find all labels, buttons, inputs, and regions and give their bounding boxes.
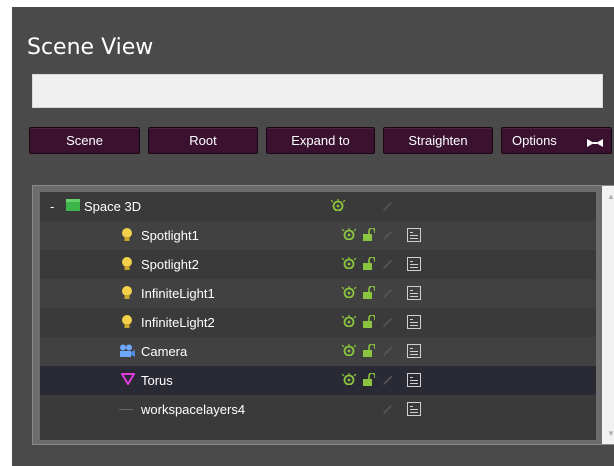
layer-icon[interactable]	[407, 344, 421, 361]
tree-row-label: Torus	[141, 373, 173, 388]
collapse-toggle-icon[interactable]: -	[50, 199, 54, 214]
visibility-eye-icon[interactable]	[341, 315, 357, 330]
edit-pencil-icon[interactable]	[382, 402, 394, 417]
tree-row-label: Space 3D	[84, 199, 142, 214]
edit-pencil-icon[interactable]	[382, 257, 394, 272]
visibility-eye-icon[interactable]	[341, 373, 357, 388]
light-bulb-icon	[121, 228, 133, 245]
edit-pencil-icon[interactable]	[382, 373, 394, 388]
visibility-eye-icon[interactable]	[341, 228, 357, 243]
unlocked-padlock-icon[interactable]	[363, 343, 376, 360]
tree-row-spotlight2[interactable]: Spotlight2	[40, 250, 596, 279]
camera-icon	[119, 344, 135, 361]
tree-row-label: InfiniteLight1	[141, 286, 215, 301]
options-button-label: Options	[512, 133, 557, 148]
folder-icon	[66, 199, 80, 214]
unlocked-padlock-icon[interactable]	[363, 256, 376, 273]
root-button-label: Root	[189, 133, 217, 148]
layer-icon[interactable]	[407, 257, 421, 274]
dash-icon	[119, 409, 133, 410]
unlocked-padlock-icon[interactable]	[363, 285, 376, 302]
light-bulb-icon	[121, 286, 133, 303]
visibility-eye-icon[interactable]	[330, 199, 346, 214]
scene-view-panel: Scene View Scene Root Expand to Straight…	[12, 7, 614, 466]
unlocked-padlock-icon[interactable]	[363, 227, 376, 244]
layer-icon[interactable]	[407, 315, 421, 332]
layer-icon[interactable]	[407, 228, 421, 245]
expand-to-button[interactable]: Expand to	[266, 127, 375, 154]
edit-pencil-icon[interactable]	[382, 228, 394, 243]
tree-row-infinitelight1[interactable]: InfiniteLight1	[40, 279, 596, 308]
tree-row-camera[interactable]: Camera	[40, 337, 596, 366]
scene-button-label: Scene	[66, 133, 103, 148]
tree-list: - Space 3D Spotlight1 Spotlight2 Infinit…	[40, 192, 596, 440]
bow-tie-icon	[586, 136, 604, 151]
tree-row-spotlight1[interactable]: Spotlight1	[40, 221, 596, 250]
scroll-up-arrow-icon[interactable]: ▲	[607, 192, 614, 201]
tree-row-label: Spotlight2	[141, 257, 199, 272]
unlocked-padlock-icon[interactable]	[363, 372, 376, 389]
edit-pencil-icon[interactable]	[382, 315, 394, 330]
edit-pencil-icon[interactable]	[382, 286, 394, 301]
straighten-button-label: Straighten	[408, 133, 468, 148]
scene-button[interactable]: Scene	[29, 127, 140, 154]
tree-row-label: Camera	[141, 344, 188, 359]
vertical-scrollbar[interactable]: ▲ ▼	[602, 186, 614, 444]
root-button[interactable]: Root	[148, 127, 258, 154]
tree-row-label: workspacelayers4	[141, 402, 246, 417]
tree-row-workspacelayers4[interactable]: workspacelayers4	[40, 395, 596, 424]
tree-row-label: InfiniteLight2	[141, 315, 215, 330]
tree-row-infinitelight2[interactable]: InfiniteLight2	[40, 308, 596, 337]
visibility-eye-icon[interactable]	[341, 286, 357, 301]
tree-row-label: Spotlight1	[141, 228, 199, 243]
search-input[interactable]	[32, 74, 603, 108]
tree-row-torus[interactable]: Torus	[40, 366, 596, 395]
panel-title: Scene View	[27, 35, 154, 60]
options-button[interactable]: Options	[501, 127, 612, 154]
scene-tree[interactable]: - Space 3D Spotlight1 Spotlight2 Infinit…	[32, 185, 614, 445]
visibility-eye-icon[interactable]	[341, 344, 357, 359]
unlocked-padlock-icon[interactable]	[363, 314, 376, 331]
expand-to-button-label: Expand to	[291, 133, 350, 148]
torus-icon	[120, 373, 136, 388]
layer-icon[interactable]	[407, 286, 421, 303]
edit-pencil-icon[interactable]	[382, 344, 394, 359]
straighten-button[interactable]: Straighten	[383, 127, 493, 154]
visibility-eye-icon[interactable]	[341, 257, 357, 272]
scroll-down-arrow-icon[interactable]: ▼	[607, 429, 614, 438]
light-bulb-icon	[121, 257, 133, 274]
layer-icon[interactable]	[407, 373, 421, 390]
tree-row-space-3d[interactable]: - Space 3D	[40, 192, 596, 221]
light-bulb-icon	[121, 315, 133, 332]
layer-icon[interactable]	[407, 402, 421, 419]
edit-pencil-icon[interactable]	[382, 199, 394, 214]
